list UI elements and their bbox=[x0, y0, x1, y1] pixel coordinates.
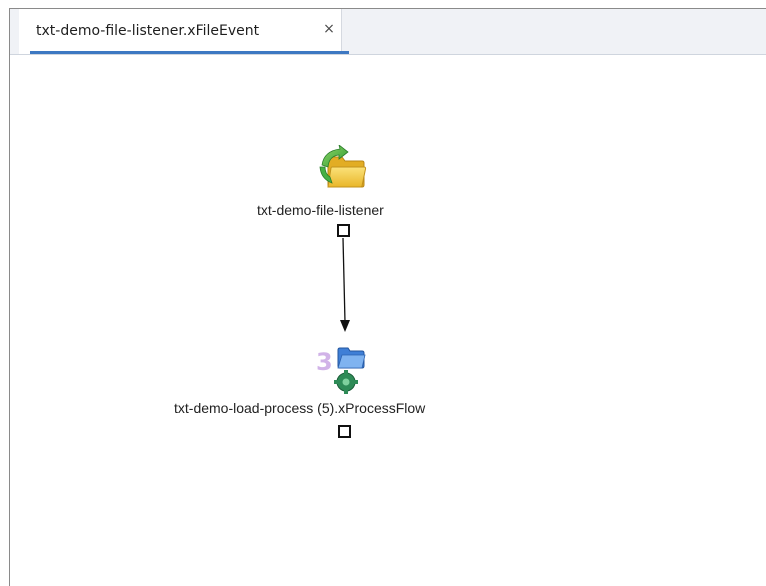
editor-tab-bar: txt-demo-file-listener.xFileEvent × bbox=[10, 9, 766, 55]
svg-text:3: 3 bbox=[316, 348, 333, 376]
tab-file-event[interactable]: txt-demo-file-listener.xFileEvent × bbox=[19, 9, 349, 54]
process-flow-icon: 3 bbox=[316, 347, 366, 394]
active-tab-indicator bbox=[30, 51, 349, 54]
tab-label: txt-demo-file-listener.xFileEvent bbox=[36, 23, 260, 39]
output-port[interactable] bbox=[338, 425, 351, 438]
connection-arrow[interactable] bbox=[10, 56, 766, 586]
editor-window: txt-demo-file-listener.xFileEvent × txt-… bbox=[0, 0, 766, 586]
diagram-canvas[interactable]: txt-demo-file-listener 3 txt-demo-load-p… bbox=[10, 56, 766, 586]
close-icon[interactable]: × bbox=[321, 21, 337, 37]
node-label: txt-demo-load-process (5).xProcessFlow bbox=[174, 400, 426, 416]
